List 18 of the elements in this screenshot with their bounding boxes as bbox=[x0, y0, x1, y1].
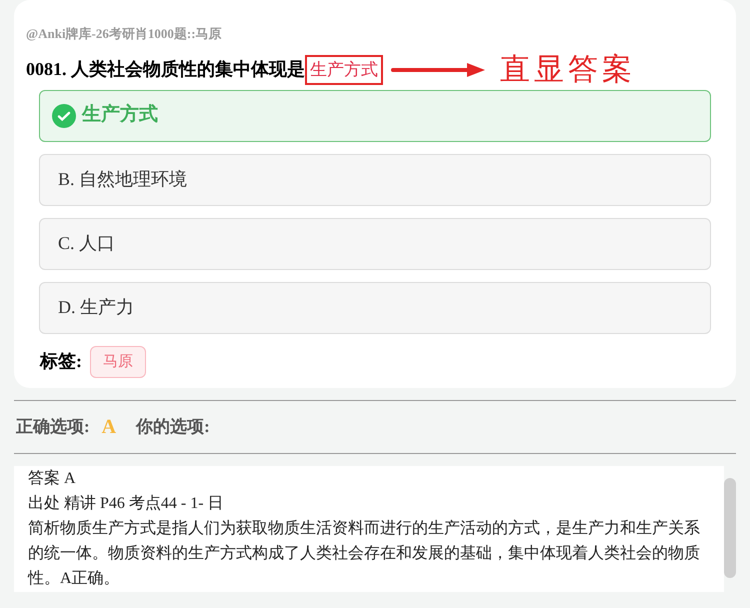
your-option-label: 你的选项: bbox=[136, 416, 210, 438]
explanation-text: 简析物质生产方式是指人们为获取物质生活资料而进行的生产活动的方式，是生产力和生产关系的统一体。物质资料的生产方式构成了人类社会存在和发展的基础，集中体现着人类社会的物质性。A正确。 bbox=[28, 518, 701, 589]
arrow-icon bbox=[391, 62, 486, 78]
question-text: 0081. 人类社会物质性的集中体现是 bbox=[26, 58, 305, 81]
explanation-text: 答案 A bbox=[28, 468, 77, 489]
explanation-text: 出处 精讲 P46 考点44 - 1- 日 bbox=[28, 494, 225, 514]
check-icon bbox=[52, 104, 76, 128]
tags-label: 标签: bbox=[40, 350, 82, 374]
correct-option-value: A bbox=[102, 415, 116, 440]
annotation-label: 直显答案 bbox=[500, 52, 636, 88]
tag-chip: 马原 bbox=[90, 346, 146, 378]
option-button[interactable]: C. 人口 bbox=[39, 218, 711, 270]
scrollbar-thumb[interactable] bbox=[724, 478, 736, 578]
answer-text: 生产方式 bbox=[305, 54, 383, 84]
deck-path: @Anki牌库-26考研肖1000题::马原 bbox=[26, 25, 223, 43]
option-button[interactable]: D. 生产力 bbox=[39, 282, 711, 334]
option-button[interactable]: B. 自然地理环境 bbox=[39, 154, 711, 206]
correct-option-label: 正确选项: bbox=[16, 416, 90, 438]
